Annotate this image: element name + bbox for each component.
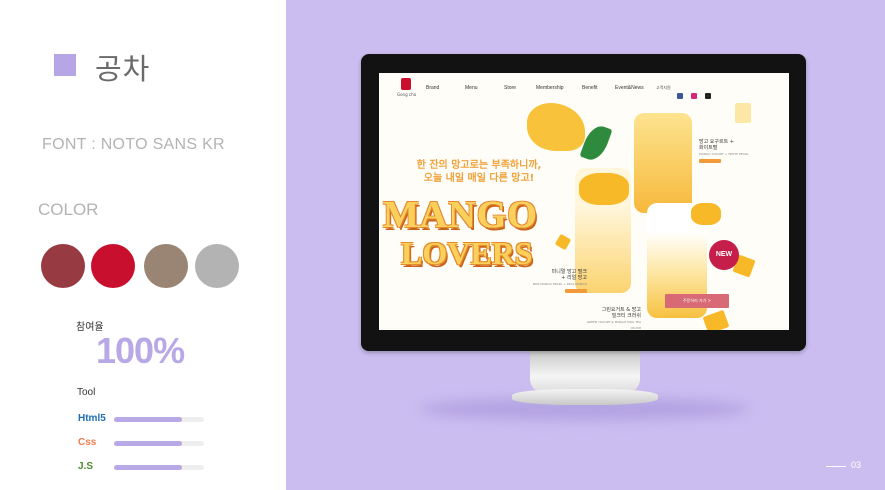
new-badge: NEW: [709, 240, 739, 270]
nav-store[interactable]: Store: [504, 85, 516, 91]
page-number: 03: [851, 460, 862, 470]
mango-image: [691, 203, 721, 225]
facebook-icon[interactable]: [677, 93, 683, 99]
hero-slogan: 한 잔의 망고로는 부족하니까, 오늘 내일 매일 다른 망고!: [399, 159, 559, 185]
product-tag: [699, 159, 721, 163]
instagram-icon[interactable]: [691, 93, 698, 99]
monitor-base: [512, 389, 658, 405]
participation-value: 100%: [96, 330, 185, 371]
website-screen: Gong cha Brand Menu Store Membership Ben…: [379, 73, 789, 330]
color-swatch: [41, 244, 85, 288]
mango-cube-image: [554, 233, 572, 251]
mango-cube-image: [735, 103, 751, 123]
kakao-icon[interactable]: [705, 93, 712, 99]
slogan-line1: 한 잔의 망고로는 부족하니까,: [416, 160, 542, 171]
product-label[interactable]: 그린요거트 & 망고 밀크티 크러쉬 GREEN YOGURT & MANGO …: [579, 307, 641, 330]
color-swatch: [144, 244, 188, 288]
title-square-icon: [54, 54, 76, 76]
mango-image: [527, 103, 585, 151]
mango-image: [579, 173, 629, 205]
slogan-line2: 오늘 내일 매일 다른 망고!: [423, 173, 535, 184]
monitor-stand: [530, 351, 640, 393]
page-title: 공차: [95, 52, 151, 86]
skill-bar-fill: [114, 441, 182, 446]
product-label[interactable]: 미니멀 망고 펄크 + 리얼 망고 MINI MANGO PEARL + REA…: [529, 269, 587, 295]
mango-cube-image: [702, 309, 730, 330]
skill-bar: [114, 465, 204, 470]
skill-bar-fill: [114, 465, 182, 470]
nav-menu[interactable]: Menu: [465, 85, 478, 91]
monitor-chin: [361, 331, 806, 351]
product-sub: GREEN YOGURT & MANGO MILK TEA CRUSH: [586, 320, 641, 330]
support-link[interactable]: 고객지원: [656, 85, 671, 91]
nav-membership[interactable]: Membership: [536, 85, 564, 91]
tool-name: Css: [78, 437, 97, 448]
nav-benefit[interactable]: Benefit: [582, 85, 598, 91]
hero-title-line1: MANGO: [383, 194, 538, 236]
gongcha-logo-icon[interactable]: [401, 78, 411, 90]
tool-name: J.S: [78, 461, 94, 472]
nav-brand[interactable]: Brand: [426, 85, 439, 91]
page-divider: [826, 466, 846, 467]
drink-image: [634, 113, 692, 213]
skill-bar-fill: [114, 417, 182, 422]
color-swatch: [91, 244, 135, 288]
product-sub: MINI MANGO PEARL + REAL MANGO: [532, 282, 587, 286]
nav-event-news[interactable]: Event&News: [615, 85, 644, 91]
social-icons: [677, 84, 714, 103]
color-swatch: [195, 244, 239, 288]
order-button[interactable]: 주문하러 가기 >: [665, 294, 729, 308]
hero-title-line2: LOVERS: [401, 235, 533, 271]
skill-bar: [114, 417, 204, 422]
color-label: COLOR: [38, 200, 99, 219]
tool-label: Tool: [77, 387, 96, 398]
product-sub: MANGO YOGURT + WHITE PEARL: [699, 152, 749, 156]
tool-name: Html5: [78, 413, 106, 424]
logo-text: Gong cha: [397, 92, 417, 97]
left-panel: 공차 FONT : NOTO SANS KR COLOR 참여율 100% To…: [0, 0, 286, 490]
product-label[interactable]: 망고 요구르트 + 화이트펄 MANGO YOGURT + WHITE PEAR…: [699, 139, 749, 165]
product-tag: [565, 289, 587, 293]
font-label: FONT : NOTO SANS KR: [42, 136, 225, 153]
skill-bar: [114, 441, 204, 446]
